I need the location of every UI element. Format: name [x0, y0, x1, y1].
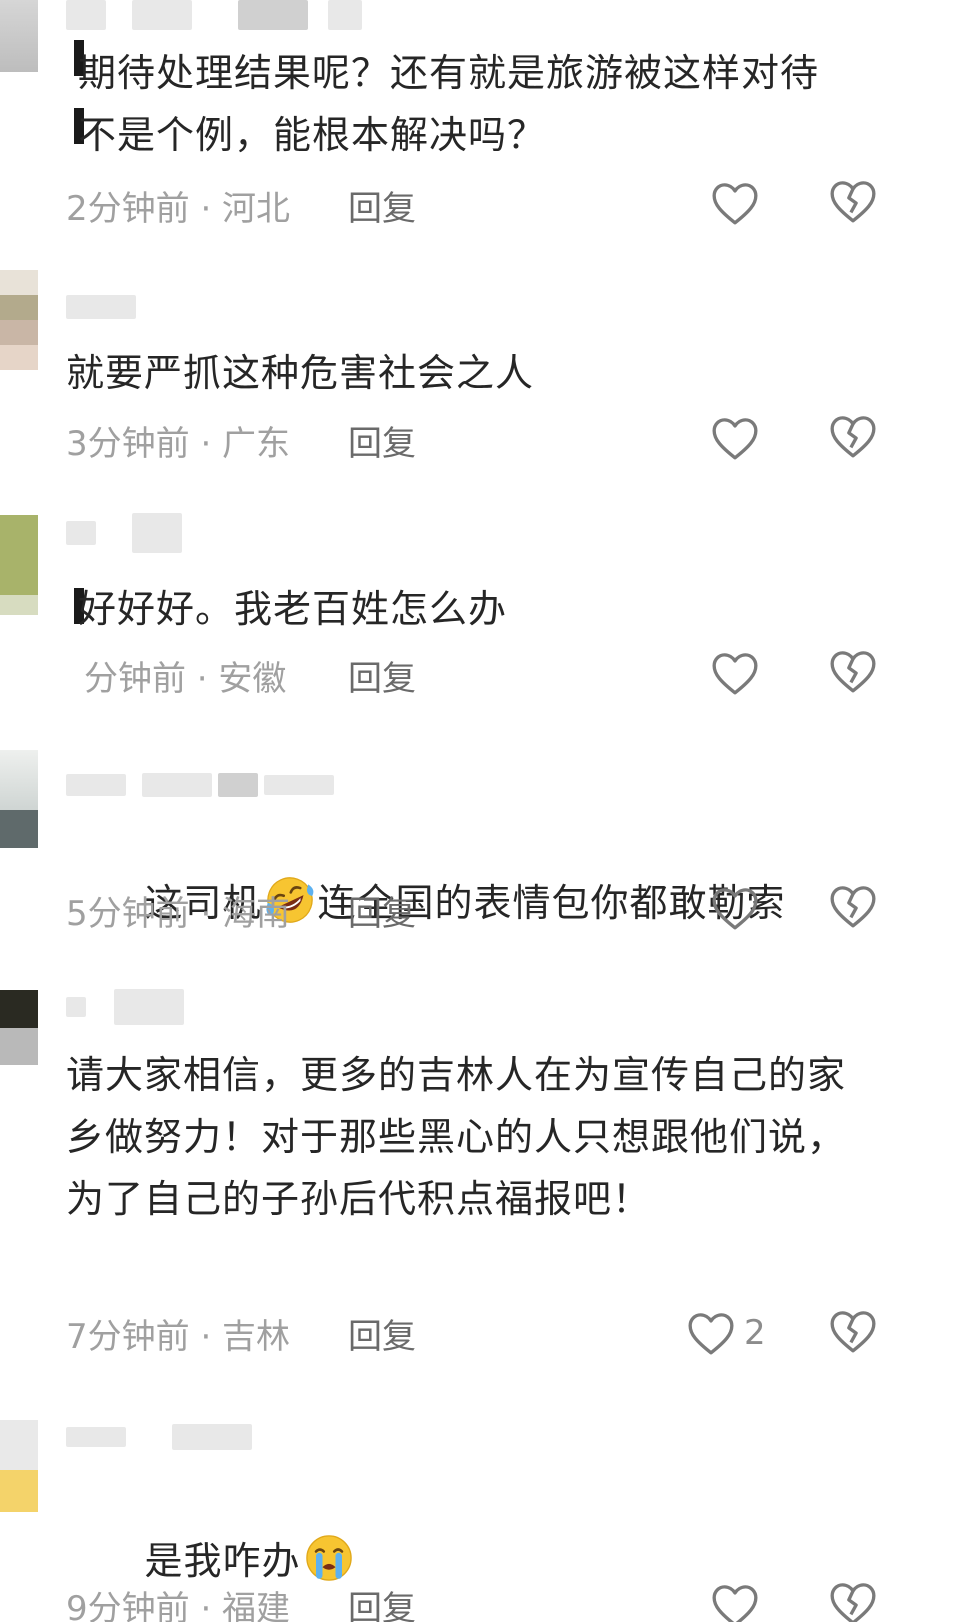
avatar[interactable] — [0, 515, 38, 615]
reply-button[interactable]: 回复 — [348, 1309, 416, 1358]
like-button[interactable] — [710, 883, 766, 933]
comment-meta: 分钟前 · 安徽 回复 — [84, 650, 416, 700]
comment-time-location: 2分钟前 · 河北 — [66, 188, 291, 229]
dislike-button[interactable] — [828, 1580, 878, 1622]
comment-item: 期待处理结果呢？还有就是旅游被这样对待不是个例，能根本解决吗？ 2分钟前 · 河… — [0, 0, 964, 240]
reply-button[interactable]: 回复 — [348, 416, 416, 465]
broken-heart-icon — [830, 416, 876, 458]
reply-button[interactable]: 回复 — [348, 886, 416, 935]
comment-time-location: 3分钟前 · 广东 — [66, 423, 291, 464]
like-button[interactable] — [710, 1580, 766, 1622]
avatar[interactable] — [0, 0, 38, 72]
broken-heart-icon — [830, 886, 876, 928]
broken-heart-icon — [830, 651, 876, 693]
username[interactable] — [66, 0, 362, 30]
like-button[interactable] — [710, 413, 766, 463]
comment-item: 好好好。我老百姓怎么办 分钟前 · 安徽 回复 — [0, 510, 964, 720]
avatar[interactable] — [0, 750, 38, 848]
comment-item: 就要严抓这种危害社会之人 3分钟前 · 广东 回复 — [0, 270, 964, 480]
comment-meta: 2分钟前 · 河北 回复 — [66, 180, 416, 230]
reply-button[interactable]: 回复 — [348, 181, 416, 230]
heart-outline-icon — [688, 1313, 734, 1355]
like-count: 2 — [744, 1313, 766, 1353]
comment-meta: 9分钟前 · 福建 回复 — [66, 1580, 416, 1622]
comment-item: 请大家相信，更多的吉林人在为宣传自己的家乡做努力！对于那些黑心的人只想跟他们说，… — [0, 989, 964, 1390]
like-button[interactable]: 2 — [686, 1308, 776, 1358]
like-button[interactable] — [710, 648, 766, 698]
broken-heart-icon — [830, 1311, 876, 1353]
avatar[interactable] — [0, 270, 38, 370]
comment-item: 这司机 连全国的表情包你都敢勒索 5分钟前 · 海南 回复 — [0, 750, 964, 970]
comment-item: 是我咋办 9分钟前 · 福建 回复 — [0, 1420, 964, 1622]
comment-time-location: 9分钟前 · 福建 — [66, 1588, 291, 1622]
like-button[interactable] — [710, 178, 766, 228]
reply-button[interactable]: 回复 — [348, 651, 416, 700]
avatar[interactable] — [0, 1420, 38, 1512]
comment-time-location: 7分钟前 · 吉林 — [66, 1316, 291, 1357]
heart-outline-icon — [712, 183, 758, 225]
broken-heart-icon — [830, 1583, 876, 1622]
comment-time-location: 分钟前 · 安徽 — [84, 658, 287, 699]
heart-outline-icon — [712, 418, 758, 460]
dislike-button[interactable] — [828, 178, 878, 228]
comment-text: 好好好。我老百姓怎么办 — [78, 587, 508, 631]
username[interactable] — [66, 1422, 252, 1452]
comment-text: 期待处理结果呢？还有就是旅游被这样对待不是个例，能根本解决吗？ — [78, 51, 820, 157]
comment-list: 期待处理结果呢？还有就是旅游被这样对待不是个例，能根本解决吗？ 2分钟前 · 河… — [0, 0, 964, 1622]
comment-text: 就要严抓这种危害社会之人 — [66, 351, 535, 395]
comment-meta: 3分钟前 · 广东 回复 — [66, 415, 416, 465]
dislike-button[interactable] — [828, 413, 878, 463]
username[interactable] — [66, 292, 136, 322]
username[interactable] — [66, 989, 184, 1025]
avatar[interactable] — [0, 990, 38, 1065]
comment-text: 请大家相信，更多的吉林人在为宣传自己的家乡做努力！对于那些黑心的人只想跟他们说，… — [66, 1053, 847, 1221]
dislike-button[interactable] — [828, 1308, 878, 1358]
dislike-button[interactable] — [828, 648, 878, 698]
comment-time-location: 5分钟前 · 海南 — [66, 893, 291, 934]
heart-outline-icon — [712, 888, 758, 930]
heart-outline-icon — [712, 653, 758, 695]
comment-meta: 5分钟前 · 海南 回复 — [66, 885, 416, 935]
comment-meta: 7分钟前 · 吉林 回复 — [66, 1308, 416, 1358]
crying-emoji — [305, 1535, 352, 1581]
heart-outline-icon — [712, 1585, 758, 1622]
comment-text-part: 是我咋办 — [144, 1539, 301, 1583]
username[interactable] — [66, 770, 334, 800]
reply-button[interactable]: 回复 — [348, 1581, 416, 1622]
dislike-button[interactable] — [828, 883, 878, 933]
broken-heart-icon — [830, 181, 876, 223]
username[interactable] — [66, 513, 182, 553]
